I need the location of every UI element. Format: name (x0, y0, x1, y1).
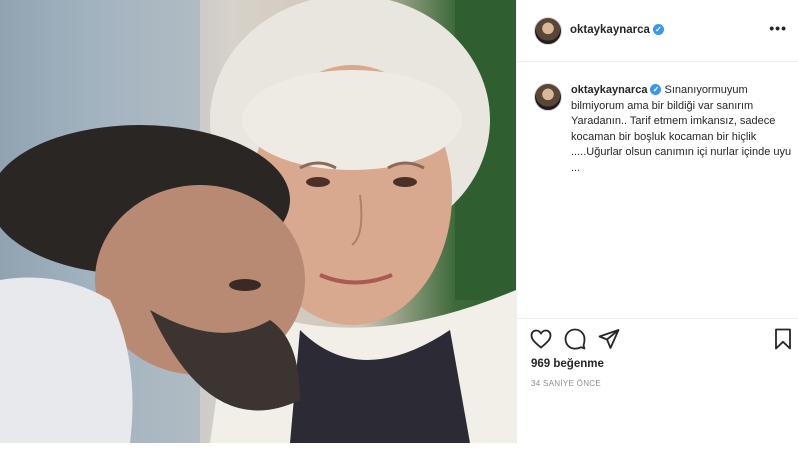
post-header: oktaykaynarca ✓ ••• (517, 0, 798, 62)
likes-count[interactable]: 969 beğenme (531, 358, 604, 370)
bottom-divider (0, 443, 798, 449)
heart-icon[interactable] (529, 327, 553, 351)
caption-username[interactable]: oktaykaynarca (571, 84, 647, 96)
avatar[interactable] (534, 17, 562, 45)
caption-text: Sınanıyormuyum bilmiyorum ama bir bildiğ… (571, 84, 792, 174)
caption-body: oktaykaynarca ✓ Sınanıyormuyum bilmiyorum… (571, 83, 793, 176)
photo-illustration (0, 0, 516, 443)
paper-plane-icon[interactable] (597, 327, 621, 351)
post-photo[interactable] (0, 0, 516, 443)
more-options-icon[interactable]: ••• (769, 20, 787, 36)
verified-badge-icon: ✓ (652, 24, 664, 35)
username-text[interactable]: oktaykaynarca (570, 24, 650, 36)
action-bar: 969 beğenme 34 SANİYE ÖNCE (517, 318, 798, 449)
post-timestamp[interactable]: 34 SANİYE ÖNCE (531, 379, 601, 388)
bookmark-icon[interactable] (771, 327, 795, 351)
instagram-post: oktaykaynarca ✓ ••• oktaykaynarca ✓ Sınanı… (0, 0, 798, 449)
username-link[interactable]: oktaykaynarca ✓ (570, 24, 664, 36)
verified-badge-icon: ✓ (650, 84, 662, 95)
comment-icon[interactable] (563, 327, 587, 351)
post-side-panel: oktaykaynarca ✓ ••• oktaykaynarca ✓ Sınanı… (516, 0, 798, 449)
avatar[interactable] (534, 83, 562, 111)
